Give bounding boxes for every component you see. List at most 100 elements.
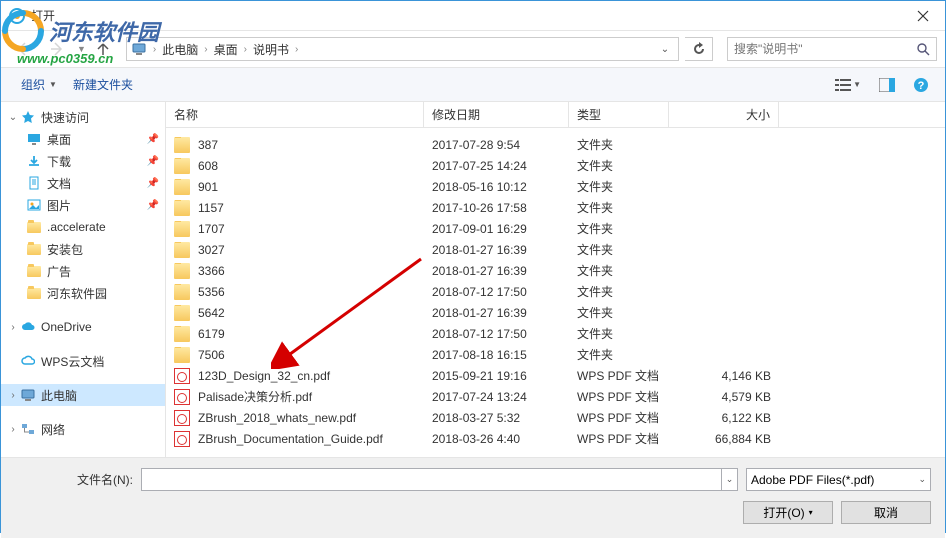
file-row[interactable]: 11572017-10-26 17:58文件夹 <box>166 197 945 218</box>
sidebar-item-label: 广告 <box>47 263 71 280</box>
file-type: WPS PDF 文档 <box>569 430 669 447</box>
sidebar-accelerate[interactable]: .accelerate <box>1 216 165 238</box>
file-row[interactable]: 75062017-08-18 16:15文件夹 <box>166 344 945 365</box>
sidebar-ads[interactable]: 广告 <box>1 260 165 282</box>
sidebar-network[interactable]: › 网络 <box>1 418 165 440</box>
sidebar-item-label: 河东软件园 <box>47 285 107 302</box>
pdf-icon <box>174 431 190 447</box>
forward-arrow-icon <box>49 41 65 57</box>
file-list[interactable]: 名称 修改日期 类型 大小 3872017-07-28 9:54文件夹 608 20… <box>166 102 945 457</box>
file-row[interactable]: ZBrush_Documentation_Guide.pdf2018-03-26… <box>166 428 945 449</box>
sidebar-documents[interactable]: 文档 📌 <box>1 172 165 194</box>
filename-input[interactable] <box>141 468 722 491</box>
sidebar-downloads[interactable]: 下载 📌 <box>1 150 165 172</box>
help-button[interactable]: ? <box>909 75 933 95</box>
column-name[interactable]: 名称 <box>166 102 424 127</box>
chevron-down-icon: ⌄ <box>7 112 19 123</box>
new-folder-label: 新建文件夹 <box>73 76 133 93</box>
file-row[interactable]: 33662018-01-27 16:39文件夹 <box>166 260 945 281</box>
file-date: 2017-09-01 16:29 <box>424 222 569 236</box>
sidebar-pictures[interactable]: 图片 📌 <box>1 194 165 216</box>
breadcrumb[interactable]: › 此电脑 › 桌面 › 说明书 › ⌄ <box>126 37 679 61</box>
forward-button[interactable] <box>43 35 71 63</box>
file-type: 文件夹 <box>569 283 669 300</box>
titlebar: 打开 <box>1 1 945 31</box>
file-row[interactable]: 53562018-07-12 17:50文件夹 <box>166 281 945 302</box>
file-name: 5356 <box>198 285 225 299</box>
file-row[interactable]: 6082017-07-25 14:24文件夹 <box>166 155 945 176</box>
preview-pane-button[interactable] <box>875 76 899 94</box>
cancel-button[interactable]: 取消 <box>841 501 931 524</box>
pdf-icon <box>174 389 190 405</box>
chevron-down-icon: ⌄ <box>918 474 926 485</box>
file-size: 6,122 KB <box>669 411 779 425</box>
filename-history-dropdown[interactable]: ⌄ <box>722 468 738 491</box>
file-row[interactable]: 9012018-05-16 10:12文件夹 <box>166 176 945 197</box>
recent-locations-dropdown[interactable]: ▼ <box>77 44 86 54</box>
file-type: 文件夹 <box>569 304 669 321</box>
column-size[interactable]: 大小 <box>669 102 779 127</box>
sidebar[interactable]: ⌄ 快速访问 桌面 📌 下载 📌 文档 📌 图片 📌 .accelerate <box>1 102 166 457</box>
chevron-down-icon: ▾ <box>809 508 813 517</box>
search-input[interactable] <box>734 42 916 56</box>
file-name: 608 <box>198 159 218 173</box>
view-options-button[interactable]: ▼ <box>831 76 865 94</box>
pdf-icon <box>174 368 190 384</box>
file-row[interactable]: Palisade决策分析.pdf2017-07-24 13:24WPS PDF … <box>166 386 945 407</box>
file-type: 文件夹 <box>569 136 669 153</box>
file-row[interactable]: 56422018-01-27 16:39文件夹 <box>166 302 945 323</box>
main-area: ⌄ 快速访问 桌面 📌 下载 📌 文档 📌 图片 📌 .accelerate <box>1 102 945 457</box>
crumb-folder[interactable]: 说明书 <box>249 41 293 58</box>
crumb-pc[interactable]: 此电脑 <box>158 41 202 58</box>
refresh-button[interactable] <box>685 37 713 61</box>
sidebar-desktop[interactable]: 桌面 📌 <box>1 128 165 150</box>
file-row[interactable]: 3872017-07-28 9:54文件夹 <box>166 134 945 155</box>
sidebar-item-label: 下载 <box>47 153 71 170</box>
pin-icon: 📌 <box>147 156 159 167</box>
new-folder-button[interactable]: 新建文件夹 <box>65 72 141 97</box>
search-icon[interactable] <box>916 42 930 56</box>
filetype-select[interactable]: Adobe PDF Files(*.pdf) ⌄ <box>746 468 931 491</box>
sidebar-wps-cloud[interactable]: WPS云文档 <box>1 350 165 372</box>
close-button[interactable] <box>900 1 945 31</box>
chevron-down-icon: ▼ <box>853 80 861 89</box>
file-row[interactable]: 17072017-09-01 16:29文件夹 <box>166 218 945 239</box>
file-name: 5642 <box>198 306 225 320</box>
sidebar-install-pkg[interactable]: 安装包 <box>1 238 165 260</box>
folder-icon <box>174 179 190 195</box>
sidebar-quick-access[interactable]: ⌄ 快速访问 <box>1 106 165 128</box>
back-arrow-icon <box>15 41 31 57</box>
open-button[interactable]: 打开(O) ▾ <box>743 501 833 524</box>
footer: 文件名(N): ⌄ Adobe PDF Files(*.pdf) ⌄ 打开(O)… <box>1 457 945 538</box>
file-date: 2017-07-25 14:24 <box>424 159 569 173</box>
sidebar-onedrive[interactable]: › OneDrive <box>1 316 165 338</box>
file-type: 文件夹 <box>569 346 669 363</box>
chevron-right-icon: › <box>293 44 300 55</box>
search-box[interactable] <box>727 37 937 61</box>
folder-icon <box>174 347 190 363</box>
back-button[interactable] <box>9 35 37 63</box>
sidebar-this-pc[interactable]: › 此电脑 <box>1 384 165 406</box>
file-date: 2017-08-18 16:15 <box>424 348 569 362</box>
folder-icon <box>174 200 190 216</box>
star-icon <box>19 110 37 124</box>
pin-icon: 📌 <box>147 178 159 189</box>
folder-icon <box>25 222 43 233</box>
file-name: 1157 <box>198 201 224 215</box>
cloud-icon <box>19 354 37 368</box>
up-button[interactable] <box>92 38 114 60</box>
file-row[interactable]: 30272018-01-27 16:39文件夹 <box>166 239 945 260</box>
close-icon <box>917 10 929 22</box>
file-row[interactable]: 123D_Design_32_cn.pdf2015-09-21 19:16WPS… <box>166 365 945 386</box>
file-row[interactable]: 61792018-07-12 17:50文件夹 <box>166 323 945 344</box>
crumb-desktop[interactable]: 桌面 <box>210 41 242 58</box>
breadcrumb-dropdown[interactable]: ⌄ <box>656 44 674 55</box>
organize-menu[interactable]: 组织 ▼ <box>13 72 65 97</box>
file-row[interactable]: ZBrush_2018_whats_new.pdf2018-03-27 5:32… <box>166 407 945 428</box>
network-icon <box>19 422 37 436</box>
file-name: 3366 <box>198 264 225 278</box>
file-size: 4,579 KB <box>669 390 779 404</box>
column-date[interactable]: 修改日期 <box>424 102 569 127</box>
sidebar-hdpark[interactable]: 河东软件园 <box>1 282 165 304</box>
column-type[interactable]: 类型 <box>569 102 669 127</box>
